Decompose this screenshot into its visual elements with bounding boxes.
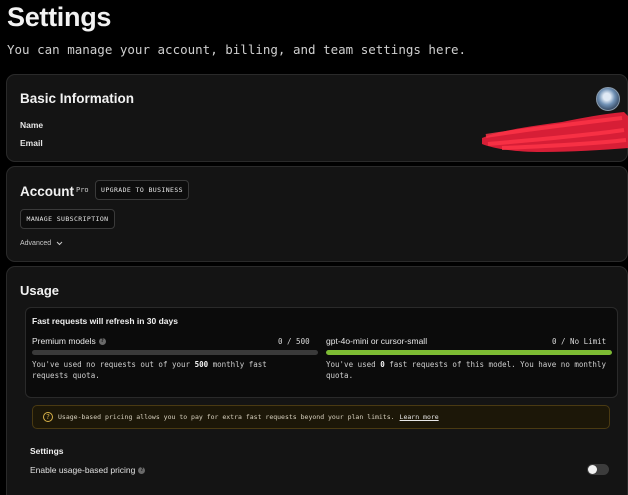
usage-pricing-banner: ? Usage-based pricing allows you to pay …: [32, 405, 610, 429]
advanced-toggle[interactable]: Advanced: [20, 240, 63, 247]
usage-based-pricing-label: Enable usage-based pricing ?: [30, 465, 146, 475]
usage-based-pricing-toggle[interactable]: [587, 464, 609, 475]
name-label: Name: [20, 120, 44, 130]
page-subtitle: You can manage your account, billing, an…: [7, 42, 467, 57]
upgrade-to-business-button[interactable]: UPGRADE TO BUSINESS: [95, 180, 189, 200]
learn-more-link[interactable]: Learn more: [400, 413, 439, 421]
question-mark-icon[interactable]: ?: [138, 466, 146, 474]
info-circle-icon: ?: [43, 412, 53, 422]
mini-models-count: 0 / No Limit: [552, 337, 607, 346]
manage-subscription-button[interactable]: MANAGE SUBSCRIPTION: [20, 209, 115, 229]
mini-models-progress-fill: [326, 350, 612, 355]
mini-models-progress: [326, 350, 612, 355]
account-card: Account Pro UPGRADE TO BUSINESS MANAGE S…: [6, 166, 628, 262]
usage-settings-label: Settings: [30, 446, 64, 456]
banner-text: Usage-based pricing allows you to pay fo…: [58, 413, 395, 421]
basic-information-title: Basic Information: [20, 91, 135, 106]
chevron-down-icon: [56, 241, 63, 246]
mini-models-description: You've used 0 fast requests of this mode…: [326, 360, 606, 380]
toggle-knob: [588, 465, 597, 474]
plan-badge: Pro: [76, 186, 89, 194]
premium-models-label: Premium models ?: [32, 336, 106, 346]
premium-models-count: 0 / 500: [278, 337, 310, 346]
premium-models-progress: [32, 350, 318, 355]
fast-requests-panel: Fast requests will refresh in 30 days Pr…: [25, 307, 618, 398]
usage-card: Usage Fast requests will refresh in 30 d…: [6, 266, 628, 495]
premium-models-description: You've used no requests out of your 500 …: [32, 360, 267, 380]
advanced-label: Advanced: [20, 240, 52, 247]
question-mark-icon[interactable]: ?: [98, 337, 106, 345]
email-label: Email: [20, 138, 43, 148]
account-title: Account: [20, 184, 74, 199]
usage-based-pricing-text: Enable usage-based pricing: [30, 465, 136, 475]
refresh-note: Fast requests will refresh in 30 days: [32, 316, 178, 326]
mini-models-label: gpt-4o-mini or cursor-small: [326, 336, 428, 346]
page-title: Settings: [7, 2, 112, 32]
usage-title: Usage: [20, 283, 60, 298]
redaction-scribble: [482, 112, 628, 152]
premium-models-name: Premium models: [32, 336, 96, 346]
